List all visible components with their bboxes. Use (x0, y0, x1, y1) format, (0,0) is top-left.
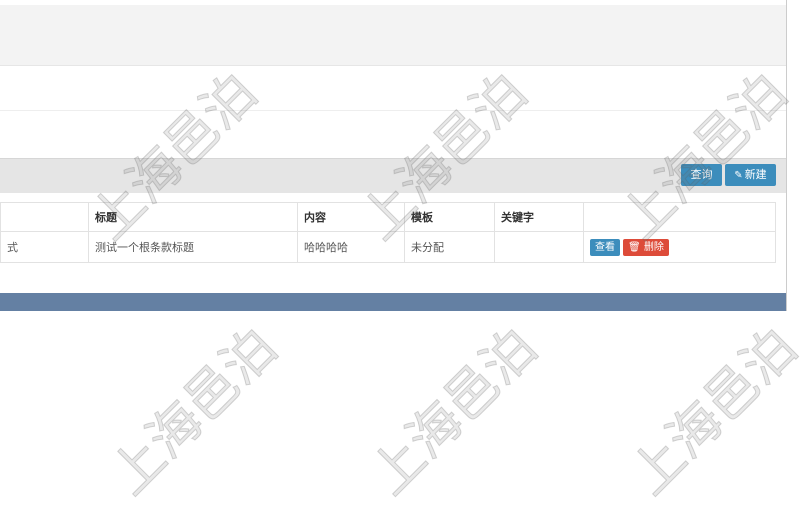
delete-button-label: 删除 (643, 241, 664, 253)
trash-icon: 🗑 (628, 241, 641, 253)
table-row: 式 测试一个根条款标题 哈哈哈哈 未分配 查看 🗑 删除 (0, 231, 776, 263)
data-table: 标题 内容 模板 关键字 式 测试一个根条款标题 哈哈哈哈 未分配 查看 🗑 删除 (0, 202, 776, 263)
scrollbar-edge (786, 0, 787, 311)
divider (0, 110, 787, 111)
delete-button[interactable]: 🗑 删除 (623, 238, 669, 256)
column-header-actions (583, 202, 776, 232)
cell-template: 未分配 (404, 231, 495, 263)
column-header-keywords[interactable]: 关键字 (494, 202, 584, 232)
header-panel (0, 5, 787, 66)
toolbar: 查询 ✎ 新建 (0, 158, 787, 193)
new-button[interactable]: ✎ 新建 (725, 164, 776, 186)
cell-keywords (494, 231, 584, 263)
cell-actions: 查看 🗑 删除 (583, 231, 776, 263)
query-button[interactable]: 查询 (681, 164, 722, 186)
column-header (0, 202, 89, 232)
cell-title: 测试一个根条款标题 (88, 231, 298, 263)
watermark: 上海邑泊 (99, 317, 290, 508)
pencil-icon: ✎ (734, 170, 743, 181)
new-button-label: 新建 (744, 168, 767, 181)
cell-col0: 式 (0, 231, 89, 263)
view-button[interactable]: 查看 (590, 238, 620, 256)
watermark: 上海邑泊 (619, 317, 800, 508)
watermark: 上海邑泊 (359, 317, 550, 508)
column-header-content[interactable]: 内容 (297, 202, 405, 232)
column-header-title[interactable]: 标题 (88, 202, 298, 232)
column-header-template[interactable]: 模板 (404, 202, 495, 232)
footer-bar (0, 293, 787, 311)
cell-content: 哈哈哈哈 (297, 231, 405, 263)
table-header-row: 标题 内容 模板 关键字 (0, 202, 776, 232)
search-form-area (0, 66, 787, 158)
